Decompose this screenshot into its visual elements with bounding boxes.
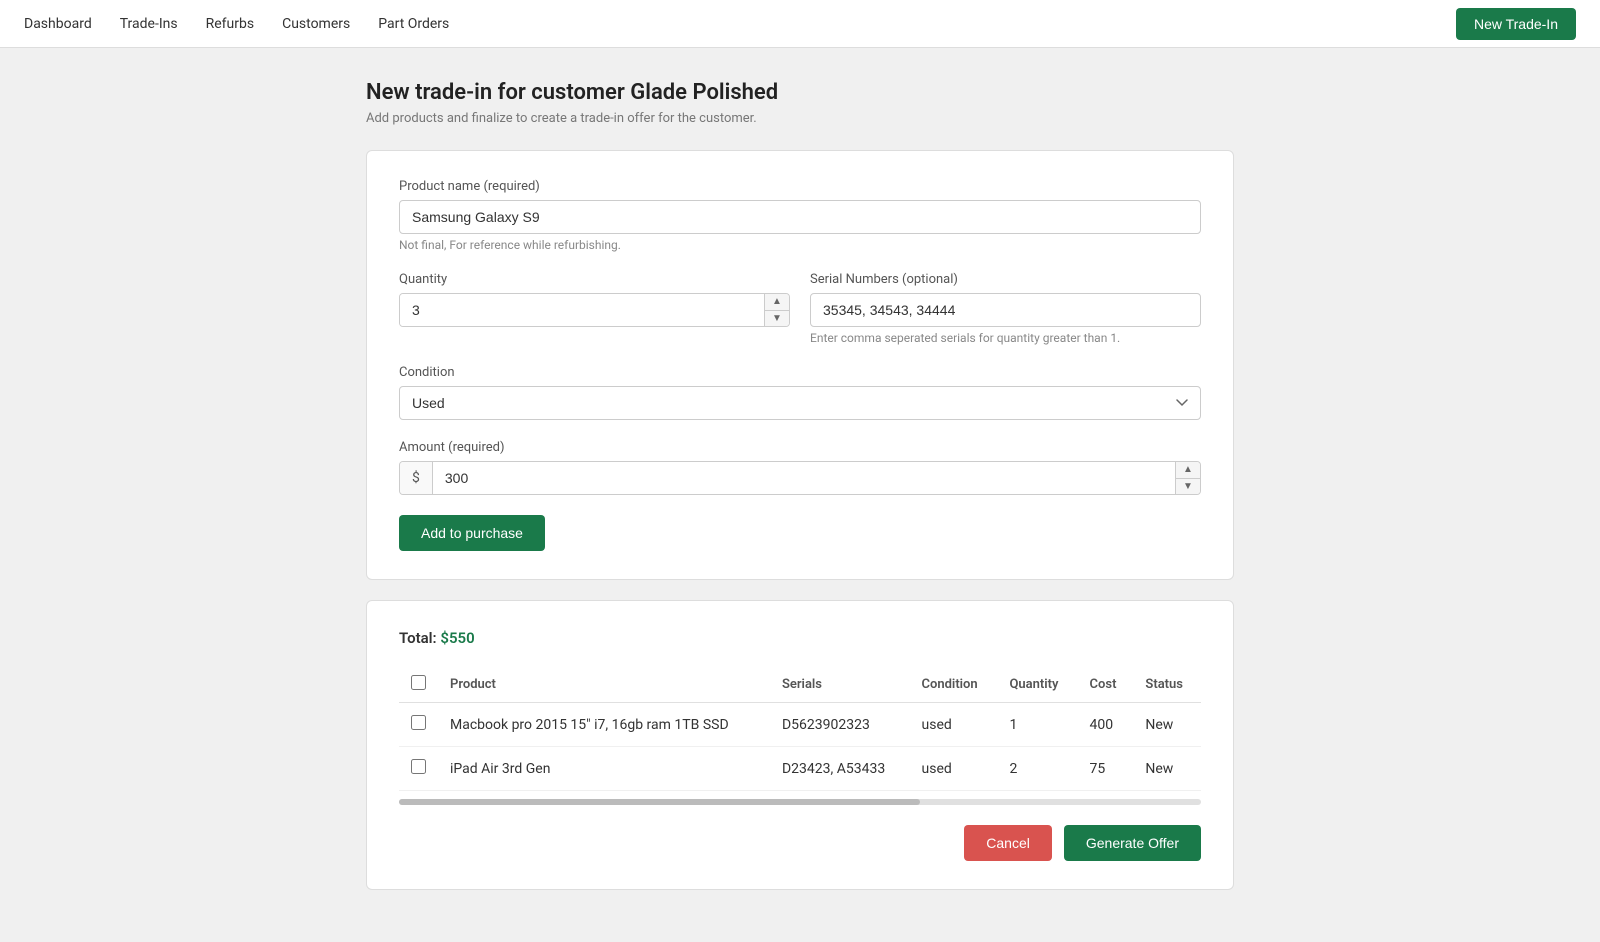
col-product: Product (438, 667, 770, 703)
header-checkbox-cell (399, 667, 438, 703)
total-value: $550 (440, 629, 474, 647)
amount-up-button[interactable]: ▲ (1176, 462, 1200, 479)
row-cost: 75 (1078, 747, 1134, 791)
total-label: Total: (399, 629, 437, 647)
row-cost: 400 (1078, 703, 1134, 747)
form-card: Product name (required) Not final, For r… (366, 150, 1234, 580)
page-subtitle: Add products and finalize to create a tr… (366, 111, 1234, 126)
quantity-group: Quantity ▲ ▼ (399, 272, 790, 345)
amount-wrapper: $ ▲ ▼ (399, 461, 1201, 495)
nav-links: Dashboard Trade-Ins Refurbs Customers Pa… (24, 16, 449, 32)
quantity-spinner: ▲ ▼ (399, 293, 790, 327)
cancel-button[interactable]: Cancel (964, 825, 1052, 861)
nav-dashboard[interactable]: Dashboard (24, 16, 92, 32)
row-serials: D5623902323 (770, 703, 910, 747)
quantity-spinner-buttons: ▲ ▼ (764, 294, 789, 326)
quantity-down-button[interactable]: ▼ (765, 311, 789, 327)
product-name-group: Product name (required) Not final, For r… (399, 179, 1201, 252)
amount-group: Amount (required) $ ▲ ▼ (399, 440, 1201, 495)
amount-prefix: $ (400, 462, 433, 494)
main-content: New trade-in for customer Glade Polished… (350, 48, 1250, 942)
table-row: iPad Air 3rd Gen D23423, A53433 used 2 7… (399, 747, 1201, 791)
product-name-hint: Not final, For reference while refurbish… (399, 238, 1201, 252)
amount-down-button[interactable]: ▼ (1176, 479, 1200, 495)
items-table: Product Serials Condition Quantity Cost … (399, 667, 1201, 791)
scrollbar-thumb (399, 799, 920, 805)
serial-group: Serial Numbers (optional) Enter comma se… (810, 272, 1201, 345)
row-checkbox[interactable] (411, 759, 426, 774)
add-to-purchase-button[interactable]: Add to purchase (399, 515, 545, 551)
col-status: Status (1133, 667, 1201, 703)
col-cost: Cost (1078, 667, 1134, 703)
row-condition: used (910, 703, 998, 747)
new-trade-button[interactable]: New Trade-In (1456, 8, 1576, 40)
navbar: Dashboard Trade-Ins Refurbs Customers Pa… (0, 0, 1600, 48)
row-serials: D23423, A53433 (770, 747, 910, 791)
serial-label: Serial Numbers (optional) (810, 272, 1201, 287)
serial-hint: Enter comma seperated serials for quanti… (810, 331, 1201, 345)
nav-part-orders[interactable]: Part Orders (378, 16, 449, 32)
condition-label: Condition (399, 365, 1201, 380)
quantity-label: Quantity (399, 272, 790, 287)
quantity-serial-row: Quantity ▲ ▼ Serial Numbers (optional) E… (399, 272, 1201, 365)
product-name-label: Product name (required) (399, 179, 1201, 194)
row-checkbox[interactable] (411, 715, 426, 730)
row-status: New (1133, 747, 1201, 791)
row-product: iPad Air 3rd Gen (438, 747, 770, 791)
quantity-input[interactable] (400, 294, 764, 326)
card-footer: Cancel Generate Offer (399, 805, 1201, 861)
row-status: New (1133, 703, 1201, 747)
serial-input[interactable] (810, 293, 1201, 327)
summary-card: Total: $550 Product Serials Condition Qu… (366, 600, 1234, 890)
condition-group: Condition Used New Damaged For Parts (399, 365, 1201, 420)
amount-label: Amount (required) (399, 440, 1201, 455)
col-condition: Condition (910, 667, 998, 703)
col-serials: Serials (770, 667, 910, 703)
quantity-up-button[interactable]: ▲ (765, 294, 789, 311)
scrollbar-track[interactable] (399, 799, 1201, 805)
row-quantity: 2 (997, 747, 1077, 791)
row-checkbox-cell (399, 703, 438, 747)
condition-select[interactable]: Used New Damaged For Parts (399, 386, 1201, 420)
row-condition: used (910, 747, 998, 791)
generate-offer-button[interactable]: Generate Offer (1064, 825, 1201, 861)
page-title: New trade-in for customer Glade Polished (366, 80, 1234, 105)
col-quantity: Quantity (997, 667, 1077, 703)
row-product: Macbook pro 2015 15" i7, 16gb ram 1TB SS… (438, 703, 770, 747)
row-quantity: 1 (997, 703, 1077, 747)
table-row: Macbook pro 2015 15" i7, 16gb ram 1TB SS… (399, 703, 1201, 747)
nav-refurbs[interactable]: Refurbs (206, 16, 254, 32)
total-row: Total: $550 (399, 629, 1201, 647)
row-checkbox-cell (399, 747, 438, 791)
product-name-input[interactable] (399, 200, 1201, 234)
select-all-checkbox[interactable] (411, 675, 426, 690)
items-table-wrapper: Product Serials Condition Quantity Cost … (399, 667, 1201, 805)
nav-trade-ins[interactable]: Trade-Ins (120, 16, 178, 32)
amount-spinner-buttons: ▲ ▼ (1175, 462, 1200, 494)
nav-customers[interactable]: Customers (282, 16, 350, 32)
table-header-row: Product Serials Condition Quantity Cost … (399, 667, 1201, 703)
amount-input[interactable] (433, 462, 1175, 494)
